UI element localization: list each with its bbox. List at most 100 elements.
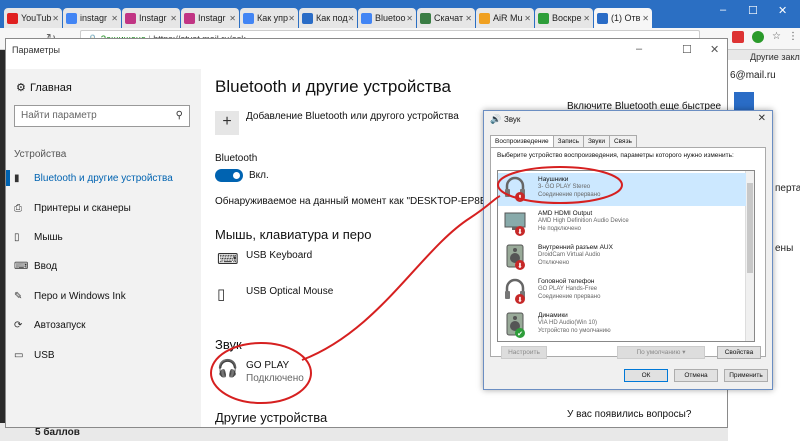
tab-close-icon[interactable]: ✕ (465, 14, 472, 23)
browser-tab[interactable]: Скачат ✕ (417, 8, 475, 28)
default-select[interactable]: По умолчанию ▾ (617, 346, 705, 359)
points-text: 5 баллов (35, 427, 80, 438)
browser-tab-label: Воскре (552, 13, 582, 23)
browser-tab[interactable]: Instagr ✕ (181, 8, 239, 28)
instagram-icon (184, 12, 195, 24)
browser-tab[interactable]: Как упр ✕ (240, 8, 298, 28)
pen-icon: ✎ (14, 291, 23, 302)
device-status: Соединение прервано (538, 294, 601, 300)
browser-tab[interactable]: instagr ✕ (63, 8, 121, 28)
plus-icon: + (222, 113, 232, 130)
add-device-button[interactable]: + (215, 111, 239, 135)
menu-icon[interactable]: ⋮ (788, 31, 798, 42)
autoplay-icon: ⟳ (14, 320, 23, 331)
nav-item-label: Автозапуск (34, 320, 86, 331)
browser-tab[interactable]: Как под ✕ (299, 8, 357, 28)
speakers-icon: ✔ (506, 312, 525, 338)
page-text-1: пертам (775, 183, 800, 194)
playback-device-item[interactable]: ⬇ Головной телефон GO PLAY Hands-Free Соеди… (498, 275, 746, 308)
nav-item-bluetooth[interactable]: ▮ Bluetooth и другие устройства (6, 170, 173, 186)
settings-close-icon[interactable]: ✕ (710, 43, 719, 56)
tab-communications[interactable]: Связь (608, 135, 637, 147)
nav-item-typing[interactable]: ⌨ Ввод (14, 261, 57, 272)
playback-device-item[interactable]: ⬇ AMD HDMI Output AMD High Definition Audi… (498, 207, 746, 240)
extension-shield-icon[interactable] (752, 31, 764, 43)
maximize-icon[interactable]: ☐ (748, 4, 758, 17)
device-name: Головной телефон (538, 278, 595, 285)
configure-button[interactable]: Настроить (501, 346, 547, 359)
device-status: Устройство по умолчанию (538, 328, 611, 334)
device-description: GO PLAY Hands-Free (538, 286, 598, 292)
playback-device-list[interactable]: ⬇ Наушники 3- GO PLAY Stereo Соединение пре… (497, 170, 755, 342)
help-question[interactable]: У вас появились вопросы? (567, 409, 691, 420)
browser-tab[interactable]: (1) Отв ✕ (594, 8, 652, 28)
browser-tab-strip: – ☐ ✕ YouTub ✕ instagr ✕ Instagr ✕ Instagr ✕ Как… (0, 0, 800, 28)
nav-home[interactable]: ⚙ Главная (16, 81, 72, 94)
tab-sounds[interactable]: Звуки (583, 135, 610, 147)
mouse-icon: ▯ (14, 232, 20, 243)
add-device-label[interactable]: Добавление Bluetooth или другого устройс… (246, 111, 459, 122)
browser-tab[interactable]: YouTub ✕ (4, 8, 62, 28)
browser-tab-label: (1) Отв (611, 13, 641, 23)
minimize-icon[interactable]: – (720, 4, 726, 16)
device-go-play[interactable]: GO PLAY (246, 360, 289, 371)
section-input-devices: Мышь, клавиатура и перо (215, 227, 372, 242)
nav-item-mouse[interactable]: ▯ Мышь (14, 232, 63, 243)
page-email: 6@mail.ru (730, 70, 776, 81)
gear-icon: ⚙ (16, 82, 26, 94)
browser-tab[interactable]: Воскре ✕ (535, 8, 593, 28)
device-usb-mouse[interactable]: USB Optical Mouse (246, 286, 333, 297)
browser-tab[interactable]: Instagr ✕ (122, 8, 180, 28)
apply-button[interactable]: Применить (724, 369, 768, 382)
device-usb-keyboard[interactable]: USB Keyboard (246, 250, 312, 261)
tab-close-icon[interactable]: ✕ (406, 14, 413, 23)
tab-close-icon[interactable]: ✕ (229, 14, 236, 23)
tab-close-icon[interactable]: ✕ (583, 14, 590, 23)
star-icon[interactable]: ☆ (772, 31, 781, 42)
tab-recording[interactable]: Запись (552, 135, 584, 147)
tab-close-icon[interactable]: ✕ (288, 14, 295, 23)
ok-button[interactable]: ОК (624, 369, 668, 382)
scrollbar-thumb[interactable] (747, 183, 753, 273)
close-icon[interactable]: ✕ (778, 4, 787, 17)
settings-minimize-icon[interactable]: – (636, 43, 642, 55)
tab-close-icon[interactable]: ✕ (111, 14, 118, 23)
cancel-button[interactable]: Отмена (674, 369, 718, 382)
s-icon (420, 12, 431, 24)
page-search-button[interactable] (734, 92, 754, 110)
nav-item-usb[interactable]: ▭ USB (14, 350, 55, 361)
nav-item-autoplay[interactable]: ⟳ Автозапуск (14, 320, 86, 331)
tab-close-icon[interactable]: ✕ (348, 14, 355, 23)
search-placeholder: Найти параметр (21, 110, 97, 121)
settings-nav: ⚙ Главная Найти параметр ⚲ Устройства ▮ Bl… (6, 69, 201, 427)
tab-close-icon[interactable]: ✕ (642, 14, 649, 23)
playback-device-item[interactable]: ✔ Динамики VIA HD Audio(Win 10) Устройство … (498, 309, 746, 341)
search-icon[interactable]: ⚲ (176, 110, 183, 121)
device-go-play-status: Подключено (246, 373, 304, 384)
device-name: Внутренний разъем AUX (538, 244, 613, 251)
nav-item-pen[interactable]: ✎ Перо и Windows Ink (14, 291, 126, 302)
settings-search-input[interactable]: Найти параметр ⚲ (14, 105, 190, 127)
dialog-close-icon[interactable]: ✕ (758, 113, 766, 124)
extension-icon[interactable] (732, 31, 744, 43)
properties-button[interactable]: Свойства (717, 346, 761, 359)
browser-tab[interactable]: AiR Mu ✕ (476, 8, 534, 28)
playback-device-item[interactable]: ⬇ Наушники 3- GO PLAY Stereo Соединение пре… (498, 173, 746, 206)
nav-item-printers[interactable]: ⎙ Принтеры и сканеры (14, 203, 131, 214)
tab-close-icon[interactable]: ✕ (170, 14, 177, 23)
browser-tab[interactable]: Bluetoo ✕ (358, 8, 416, 28)
discoverable-text: Обнаруживаемое на данный момент как "DES… (215, 196, 506, 207)
other-bookmarks[interactable]: Другие закл (750, 52, 800, 62)
svg-text:⬇: ⬇ (517, 262, 523, 270)
tab-close-icon[interactable]: ✕ (524, 14, 531, 23)
browser-tab-label: AiR Mu (493, 13, 523, 23)
bluetooth-toggle[interactable] (215, 169, 243, 182)
playback-device-item[interactable]: ⬇ Внутренний разъем AUX DroidCam Virtual A… (498, 241, 746, 274)
tab-close-icon[interactable]: ✕ (52, 14, 59, 23)
monitor-speaker-icon: ⬇ (504, 212, 526, 236)
device-list-scrollbar[interactable] (745, 171, 754, 341)
nav-item-label: Перо и Windows Ink (34, 291, 126, 302)
tab-playback[interactable]: Воспроизведение (490, 135, 554, 147)
settings-maximize-icon[interactable]: ☐ (682, 43, 692, 56)
nav-item-label: Ввод (34, 261, 58, 272)
